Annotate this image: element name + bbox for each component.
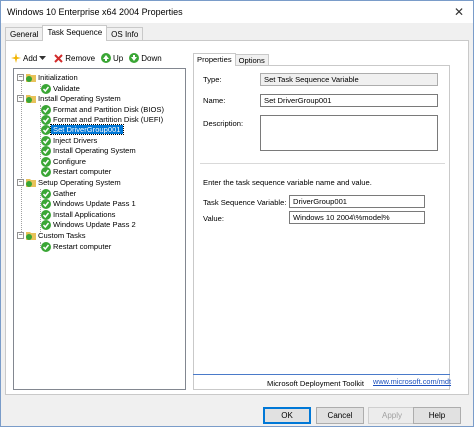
description-field[interactable] — [260, 115, 438, 151]
down-button[interactable]: Down — [129, 53, 162, 63]
tree-step-restart-custom[interactable]: Restart computer — [41, 241, 113, 252]
check-icon — [41, 104, 51, 115]
dialog-tabs: General Task Sequence OS Info — [5, 25, 144, 41]
add-label: Add — [23, 53, 38, 63]
variable-label: Task Sequence Variable: — [203, 198, 287, 207]
ok-button[interactable]: OK — [263, 407, 311, 424]
folder-check-icon — [26, 232, 36, 240]
up-label: Up — [113, 53, 124, 63]
window-title: Windows 10 Enterprise x64 2004 Propertie… — [7, 7, 183, 17]
tree-item-label: Format and Partition Disk (UEFI) — [53, 115, 164, 124]
type-field: Set Task Sequence Variable — [260, 73, 438, 86]
tree-item-label: Install Operating System — [53, 146, 136, 155]
down-label: Down — [141, 53, 162, 63]
check-icon — [41, 145, 51, 156]
cancel-button[interactable]: Cancel — [316, 407, 364, 424]
remove-label: Remove — [65, 53, 96, 63]
check-icon — [41, 135, 51, 146]
folder-check-icon — [26, 74, 36, 82]
tree-item-label: Windows Update Pass 2 — [53, 220, 136, 229]
properties-dialog: Windows 10 Enterprise x64 2004 Propertie… — [0, 0, 474, 427]
check-icon — [41, 83, 51, 94]
tree-step-windows-update-1[interactable]: Windows Update Pass 1 — [41, 198, 138, 209]
check-icon — [41, 219, 51, 230]
green-up-arrow-icon — [101, 53, 112, 63]
close-icon[interactable]: ✕ — [451, 4, 467, 20]
mdt-footer: Microsoft Deployment Toolkit www.microso… — [193, 374, 451, 390]
footer-text: Microsoft Deployment Toolkit — [267, 379, 364, 388]
tree-group-setup-os[interactable]: − Setup Operating System — [17, 177, 123, 188]
type-label: Type: — [203, 75, 222, 84]
folder-check-icon — [26, 95, 36, 103]
tree-item-label: Validate — [53, 84, 80, 93]
tab-general[interactable]: General — [5, 27, 44, 41]
check-icon — [41, 156, 51, 167]
tab-properties[interactable]: Properties — [193, 53, 236, 66]
variable-field[interactable]: DriverGroup001 — [289, 195, 425, 208]
sparkle-add-icon — [11, 53, 21, 63]
check-icon — [41, 198, 51, 209]
collapse-icon[interactable]: − — [17, 232, 24, 239]
tree-item-label: Custom Tasks — [38, 231, 86, 240]
remove-button[interactable]: Remove — [54, 54, 95, 63]
tree-item-label: Install Applications — [53, 210, 116, 219]
section-divider — [200, 163, 445, 164]
name-label: Name: — [203, 96, 226, 105]
tree-group-initialization[interactable]: − Initialization — [17, 72, 80, 83]
up-button[interactable]: Up — [101, 53, 123, 63]
collapse-icon[interactable]: − — [17, 95, 24, 102]
help-button[interactable]: Help — [413, 407, 461, 424]
tree-item-label: Setup Operating System — [38, 178, 121, 187]
tree-item-label: Initialization — [38, 73, 78, 82]
tree-item-label: Restart computer — [53, 167, 112, 176]
tree-step-windows-update-2[interactable]: Windows Update Pass 2 — [41, 219, 138, 230]
tree-item-label: Inject Drivers — [53, 136, 98, 145]
tree-step-restart[interactable]: Restart computer — [41, 166, 113, 177]
check-icon — [41, 241, 51, 252]
tree-item-label: Restart computer — [53, 242, 112, 251]
collapse-icon[interactable]: − — [17, 74, 24, 81]
collapse-icon[interactable]: − — [17, 179, 24, 186]
value-field[interactable]: Windows 10 2004\%model% — [289, 211, 425, 224]
check-icon — [41, 209, 51, 220]
tree-group-custom-tasks[interactable]: − Custom Tasks — [17, 230, 88, 241]
tree-item-label: Format and Partition Disk (BIOS) — [53, 105, 164, 114]
tree-group-install-os[interactable]: − Install Operating System — [17, 93, 123, 104]
tab-os-info[interactable]: OS Info — [106, 27, 144, 41]
red-x-icon — [54, 53, 63, 63]
value-label: Value: — [203, 214, 224, 223]
tab-task-sequence[interactable]: Task Sequence — [42, 25, 108, 41]
mdt-link[interactable]: www.microsoft.com/mdt — [373, 377, 451, 386]
check-icon — [41, 166, 51, 177]
check-icon — [41, 124, 51, 135]
tree-step-set-drivergroup[interactable]: Set DriverGroup001 — [41, 124, 124, 135]
task-sequence-tree[interactable]: − Initialization Validate − Install Oper… — [13, 68, 186, 390]
description-label: Description: — [203, 119, 244, 128]
tree-item-label: Set DriverGroup001 — [50, 124, 124, 135]
check-icon — [41, 114, 51, 125]
folder-check-icon — [26, 179, 36, 187]
title-bar: Windows 10 Enterprise x64 2004 Propertie… — [1, 1, 473, 23]
tree-item-label: Install Operating System — [38, 94, 121, 103]
apply-button[interactable]: Apply — [368, 407, 416, 424]
instruction-text: Enter the task sequence variable name an… — [203, 178, 372, 187]
properties-panel: Type: Set Task Sequence Variable Name: S… — [193, 65, 450, 390]
add-button[interactable]: Add — [11, 53, 48, 63]
check-icon — [41, 188, 51, 199]
name-field[interactable]: Set DriverGroup001 — [260, 94, 438, 107]
tree-item-label: Windows Update Pass 1 — [53, 199, 136, 208]
tree-item-label: Configure — [53, 157, 86, 166]
dropdown-arrow-icon — [39, 56, 47, 60]
tree-step-install-os[interactable]: Install Operating System — [41, 145, 138, 156]
tree-item-label: Gather — [53, 189, 77, 198]
green-down-arrow-icon — [129, 53, 140, 63]
task-toolbar: Add Remove Up Down — [11, 49, 168, 67]
